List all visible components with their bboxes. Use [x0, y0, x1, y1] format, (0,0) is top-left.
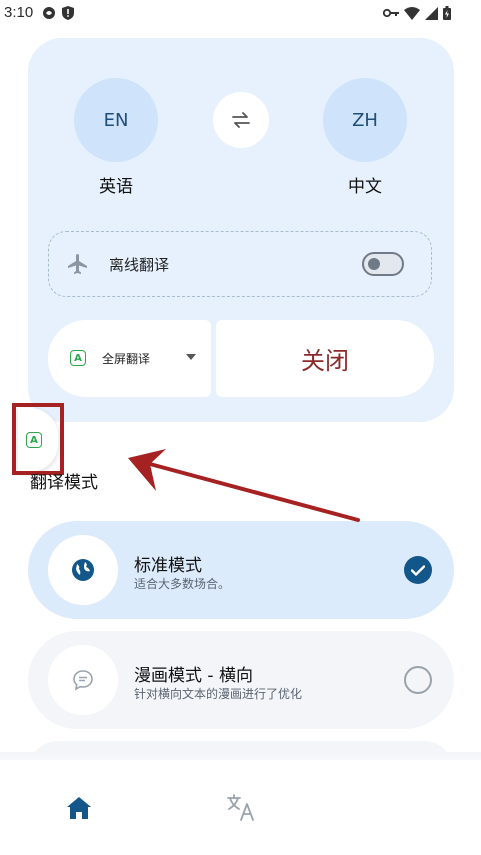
key-icon	[383, 8, 399, 18]
app-badge-icon: A	[70, 350, 86, 366]
offline-translation-row[interactable]: 离线翻译	[48, 231, 432, 297]
unselected-radio-icon[interactable]	[404, 666, 432, 694]
translation-panel: EN 英语 ZH 中文 离线翻译 A 全屏翻译 关闭	[28, 38, 454, 422]
source-language-code[interactable]: EN	[74, 78, 158, 162]
translation-scope-label: 全屏翻译	[102, 352, 151, 366]
swap-languages-button[interactable]	[213, 92, 269, 148]
shield-icon	[62, 6, 74, 20]
mode-subtitle: 针对横向文本的漫画进行了优化	[134, 687, 303, 701]
offline-translation-label: 离线翻译	[109, 256, 170, 274]
mode-title: 漫画模式 - 横向	[134, 666, 253, 686]
dropdown-arrow-icon	[186, 354, 196, 360]
target-language-code[interactable]: ZH	[323, 78, 407, 162]
status-notification-icons	[42, 5, 74, 21]
status-system-icons	[383, 5, 451, 21]
mode-subtitle: 适合大多数场合。	[134, 577, 231, 591]
close-button[interactable]: 关闭	[216, 320, 434, 397]
target-language-name: 中文	[348, 177, 382, 197]
target-language[interactable]: ZH 中文	[323, 78, 407, 197]
annotation-highlight-box	[12, 403, 64, 475]
offline-translation-toggle[interactable]	[362, 252, 404, 276]
translation-mode-heading: 翻译模式	[30, 473, 98, 493]
translate-icon[interactable]	[226, 794, 256, 822]
wifi-icon	[404, 6, 420, 20]
source-language[interactable]: EN 英语	[74, 78, 158, 197]
mode-item-comic-horizontal[interactable]: 漫画模式 - 横向 针对横向文本的漫画进行了优化	[28, 631, 454, 729]
status-time: 3:10	[4, 4, 34, 21]
battery-icon	[443, 6, 451, 20]
mode-icon-container	[48, 645, 118, 715]
toggle-knob	[368, 258, 380, 270]
chat-bubble-icon	[73, 670, 93, 691]
bottom-navigation	[0, 760, 481, 855]
airplane-icon	[68, 254, 87, 274]
translation-scope-dropdown[interactable]: A 全屏翻译	[48, 320, 211, 397]
home-icon[interactable]	[66, 796, 92, 820]
swap-icon	[232, 112, 250, 128]
selected-check-icon[interactable]	[404, 556, 432, 584]
mode-icon-container	[48, 535, 118, 605]
sync-icon	[43, 7, 55, 19]
status-bar: 3:10	[0, 0, 481, 26]
mode-title: 标准模式	[134, 556, 202, 576]
mode-item-standard[interactable]: 标准模式 适合大多数场合。	[28, 521, 454, 619]
globe-icon	[72, 559, 94, 581]
source-language-name: 英语	[99, 177, 133, 197]
signal-icon	[425, 6, 438, 20]
